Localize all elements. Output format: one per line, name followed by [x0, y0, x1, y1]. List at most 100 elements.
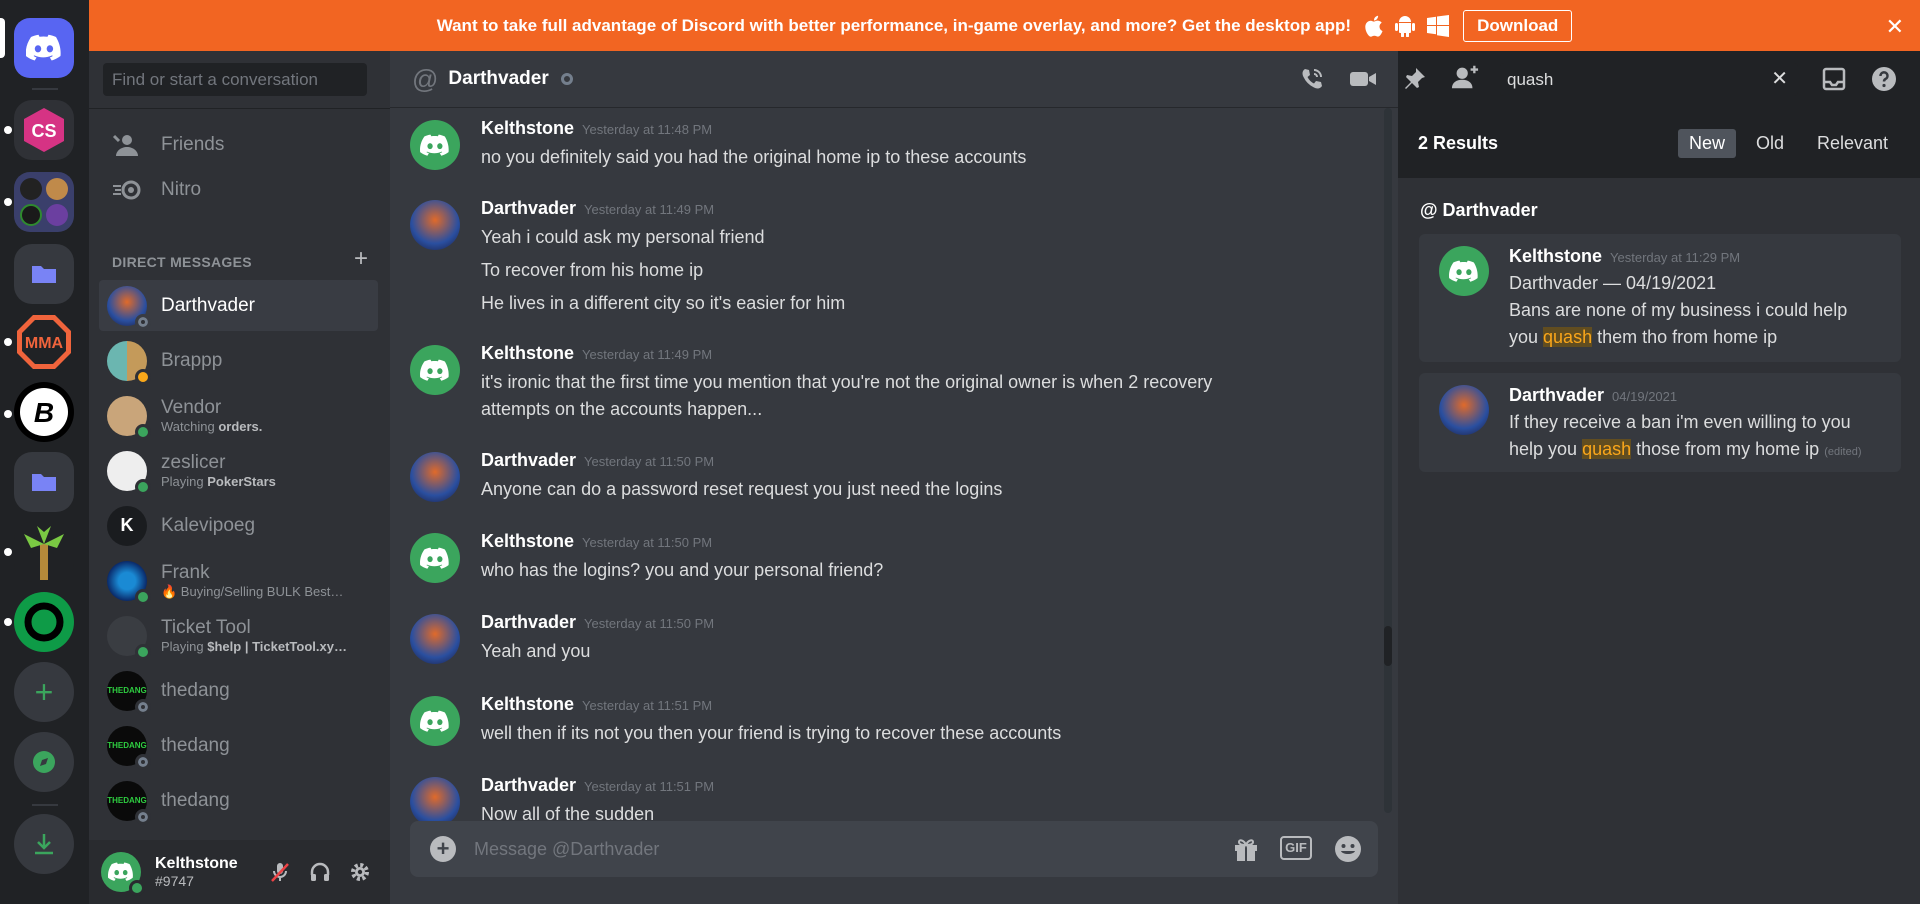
nav-nitro-label: Nitro [161, 179, 202, 200]
server-b[interactable]: B [14, 382, 74, 442]
message-text: Yeah i could ask my personal friend [481, 227, 765, 247]
author-name[interactable]: Kelthstone Yesterday at 11:49 PM [481, 343, 712, 364]
result-channel-heading: @ Darthvader [1420, 200, 1538, 220]
message-composer[interactable]: + Message @Darthvader GIF [410, 821, 1378, 877]
user-tag: #9747 [155, 873, 194, 889]
activity-prefix: Watching [161, 419, 219, 434]
avatar[interactable] [410, 200, 460, 250]
help-button[interactable] [1870, 65, 1898, 93]
inbox-button[interactable] [1820, 65, 1848, 93]
home-button[interactable] [14, 18, 74, 78]
author: Darthvader [1509, 385, 1605, 405]
server-green-ring[interactable] [14, 592, 74, 652]
emoji-button[interactable] [1334, 835, 1362, 868]
deafen-button[interactable] [308, 860, 332, 884]
author[interactable]: Darthvader [481, 450, 576, 470]
dm-item-thedang[interactable]: THEDANG thedang [99, 665, 378, 716]
author[interactable]: Darthvader [481, 775, 576, 795]
upload-plus-button[interactable]: + [430, 836, 456, 862]
start-video-call-button[interactable] [1349, 65, 1377, 93]
dm-activity: Playing $help | TicketTool.xy… [161, 639, 347, 654]
unread-dot [4, 126, 12, 134]
clear-search-icon[interactable]: ✕ [1771, 63, 1788, 96]
search-result[interactable]: Kelthstone Yesterday at 11:29 PM Darthvad… [1419, 234, 1901, 362]
avatar[interactable] [410, 696, 460, 746]
start-voice-call-button[interactable] [1298, 65, 1326, 93]
author-name[interactable]: Darthvader Yesterday at 11:50 PM [481, 612, 714, 633]
dm-item-thedang[interactable]: THEDANG thedang [99, 720, 378, 771]
message-input[interactable]: Message @Darthvader [474, 839, 659, 860]
mma-logo-icon: MMA [17, 315, 71, 369]
dm-search-input[interactable]: Find or start a conversation [103, 63, 367, 96]
add-server-button[interactable]: + [14, 662, 74, 722]
server-folder[interactable] [14, 244, 74, 304]
mini-avatar [46, 204, 68, 226]
dm-item-kalevipoeg[interactable]: K Kalevipoeg [99, 500, 378, 551]
author[interactable]: Darthvader [481, 198, 576, 218]
dm-item-darthvader[interactable]: Darthvader [99, 280, 378, 331]
dm-item-ticket-tool[interactable]: Ticket Tool Playing $help | TicketTool.xy… [99, 610, 378, 661]
phone-icon [1302, 69, 1322, 89]
author-name[interactable]: Darthvader Yesterday at 11:51 PM [481, 775, 714, 796]
sort-old-tab[interactable]: Old [1745, 129, 1795, 158]
create-dm-plus-icon[interactable]: + [354, 245, 368, 273]
search-input[interactable]: quash ✕ [1500, 63, 1798, 96]
dm-item-brappp[interactable]: Brappp [99, 335, 378, 386]
server-palm[interactable] [14, 522, 74, 582]
download-apps-button[interactable] [14, 814, 74, 874]
timestamp: Yesterday at 11:50 PM [582, 535, 713, 550]
dm-item-thedang[interactable]: THEDANG thedang [99, 775, 378, 826]
discord-logo-icon [420, 710, 449, 732]
download-icon [35, 834, 53, 855]
sort-new-tab[interactable]: New [1678, 129, 1737, 158]
avatar[interactable] [410, 345, 460, 395]
add-friends-to-dm-button[interactable] [1451, 63, 1479, 91]
gift-button[interactable] [1232, 835, 1260, 868]
sort-relevant-tab[interactable]: Relevant [1806, 129, 1899, 158]
scrollbar-thumb[interactable] [1384, 626, 1392, 666]
avatar[interactable] [410, 452, 460, 502]
author-name[interactable]: Kelthstone Yesterday at 11:51 PM [481, 694, 712, 715]
timestamp: Yesterday at 11:51 PM [584, 779, 715, 794]
avatar[interactable] [410, 120, 460, 170]
pinned-messages-button[interactable] [1400, 65, 1428, 93]
author-name[interactable]: Darthvader Yesterday at 11:50 PM [481, 450, 714, 471]
chat-scrollbar[interactable] [1384, 108, 1392, 813]
author[interactable]: Kelthstone [481, 118, 574, 138]
gif-button[interactable]: GIF [1280, 836, 1312, 860]
avatar[interactable] [410, 533, 460, 583]
mute-mic-button[interactable] [268, 860, 292, 884]
server-mma[interactable]: MMA [14, 312, 74, 372]
status-online-icon [135, 478, 151, 495]
avatar[interactable] [410, 614, 460, 664]
add-user-icon [1451, 65, 1479, 89]
server-folder-2[interactable] [14, 452, 74, 512]
discord-logo-icon [420, 359, 449, 381]
author[interactable]: Kelthstone [481, 531, 574, 551]
user-settings-button[interactable] [348, 860, 372, 884]
server-cs[interactable]: CS [14, 100, 74, 160]
author[interactable]: Kelthstone [481, 343, 574, 363]
dm-item-zeslicer[interactable]: zeslicer Playing PokerStars [99, 445, 378, 496]
user-avatar[interactable] [101, 852, 145, 896]
author-name[interactable]: Darthvader Yesterday at 11:49 PM [481, 198, 714, 219]
search-result[interactable]: Darthvader 04/19/2021 If they receive a b… [1419, 373, 1901, 472]
dm-item-vendor[interactable]: Vendor Watching orders. [99, 390, 378, 441]
nav-nitro[interactable]: Nitro [101, 164, 378, 216]
close-banner-button[interactable]: ✕ [1886, 14, 1904, 40]
author-name[interactable]: Kelthstone Yesterday at 11:50 PM [481, 531, 712, 552]
discord-logo-icon [420, 134, 449, 156]
author[interactable]: Darthvader [481, 612, 576, 632]
dm-item-frank[interactable]: Frank 🔥 Buying/Selling BULK Best… [99, 555, 378, 606]
server-folder-mixed[interactable] [14, 172, 74, 232]
avatar [1439, 385, 1489, 435]
author[interactable]: Kelthstone [481, 694, 574, 714]
timestamp: Yesterday at 11:49 PM [584, 202, 715, 217]
download-button[interactable]: Download [1463, 9, 1573, 42]
dm-name: thedang [161, 679, 230, 701]
message-text: Anyone can do a password reset request y… [481, 479, 1003, 499]
author-name[interactable]: Kelthstone Yesterday at 11:48 PM [481, 118, 712, 139]
avatar[interactable] [410, 777, 460, 827]
explore-servers-button[interactable] [14, 732, 74, 792]
status-offline-icon [560, 73, 573, 85]
